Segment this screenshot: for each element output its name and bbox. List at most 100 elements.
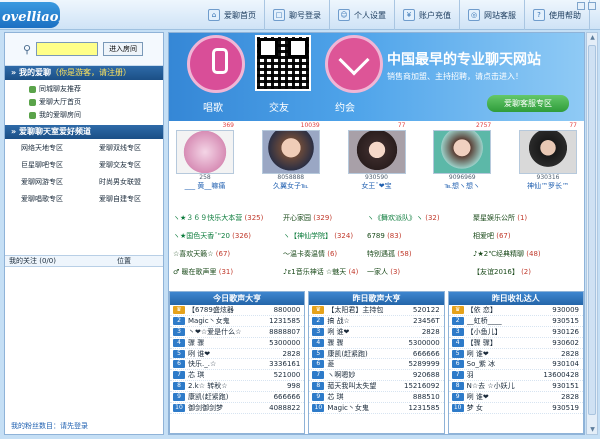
rank-row[interactable]: 4骤 骤 5300000 (309, 338, 444, 349)
rank-row[interactable]: 7 ヽ啊嗯妙 920688 (309, 370, 444, 382)
nav-login-button[interactable]: □ 聊号登录 (265, 0, 330, 30)
user-card[interactable]: 10039 8058888 久翼女子℡ (260, 122, 322, 193)
close-button[interactable] (588, 2, 596, 10)
rank-user-name: 2.k☆ 转秋☆ (188, 382, 228, 391)
rank-row[interactable]: 5咧 谁❤ 2828 (170, 349, 305, 360)
rank-row[interactable]: 8 N☆去 ☆小妖儿 930151 (448, 381, 583, 393)
rank-row[interactable]: 5 康凯(赶紧跑) 666666 (309, 349, 444, 360)
minimize-button[interactable] (577, 2, 585, 10)
scroll-thumb[interactable] (588, 45, 596, 415)
channels-header[interactable]: » 爱聊聊天室爱好频道 (5, 125, 163, 139)
rank-number: 5 (451, 349, 464, 358)
rank-row[interactable]: 8 2.k☆ 转秋☆ 998 (170, 381, 305, 393)
menu-item-local-friends[interactable]: 同城聊友推荐 (5, 83, 163, 96)
rank-row[interactable]: 6 快乐._.☆ 3336161 (170, 359, 305, 371)
channel-item[interactable]: 爱聊自建专区 (99, 193, 177, 206)
scroll-down-icon[interactable]: ▼ (589, 426, 596, 433)
room-link[interactable]: ～温卡奏温情 (6) (283, 245, 367, 263)
main-scrollbar[interactable]: ▲ ▼ (586, 32, 598, 435)
room-link[interactable]: 聚星娱乐公所 (1) (473, 209, 578, 227)
left-panel: ⚲ 进入房间 » 我的爱聊（你是游客，请注册） 同城聊友推荐 爱聊大厅首页 我的… (4, 32, 164, 435)
user-card[interactable]: 369 258 ___ 黄__嘛痛 (174, 122, 236, 193)
channel-item[interactable]: 巨星聊吧专区 (21, 159, 99, 172)
room-link[interactable]: 6789 (83) (367, 227, 473, 245)
room-link[interactable]: 一家人 (3) (367, 263, 473, 281)
rank-number: 6 (173, 360, 185, 369)
rank-row[interactable]: 10 梦 女 930519 (448, 403, 583, 414)
rank-row[interactable]: 3咧 谁❤ 2828 (309, 327, 444, 338)
rank-row[interactable]: 6 So_紫 冰 930104 (448, 359, 583, 371)
channel-item[interactable]: 爱聊网游专区 (21, 176, 99, 189)
rank-row[interactable]: 2搞 战☆ 23456T (309, 316, 444, 327)
rank-row[interactable]: 9芯 琪 888510 (309, 392, 444, 404)
room-link[interactable]: ヽ《舞欢派队》ヽ (32) (367, 209, 473, 227)
crown-icon: ♛ (312, 305, 325, 314)
nav-settings-button[interactable]: ☺ 个人设置 (330, 0, 395, 30)
rank-row[interactable]: 9咧 谁❤ 2828 (448, 392, 583, 404)
rank-number: 8 (173, 382, 185, 391)
rank-user-id: 1231585 (269, 316, 301, 325)
customer-service-button[interactable]: 爱聊客服专区 (487, 95, 569, 112)
rank-row[interactable]: 5咧 谁❤ 2828 (448, 349, 583, 360)
rank-number: 9 (173, 393, 185, 402)
room-search-input[interactable] (36, 42, 99, 56)
rank-row[interactable]: 6 菱 5289999 (309, 359, 444, 371)
room-link[interactable]: ♪★2℃经典精聊 (48) (473, 245, 578, 263)
nav-support-button[interactable]: ◎ 网站客服 (460, 0, 525, 30)
scroll-up-icon[interactable]: ▲ (589, 34, 596, 41)
rank-row[interactable]: 4 【骤 骤】 930602 (448, 338, 583, 349)
rank-row[interactable]: ♛ 【依 恋】 930009 (448, 305, 583, 316)
rank-user-name: So_紫 冰 (466, 360, 496, 369)
rank-row[interactable]: 7 羽 13600428 (448, 370, 583, 382)
fans-count[interactable]: 我的粉丝数目：请先登录 (11, 421, 88, 431)
promo-banner[interactable]: 唱歌 交友 约会 中国最早的专业聊天网站 销售商加盟、主持招聘，请点击进入！ 爱… (169, 33, 584, 121)
rank-row[interactable]: 2 __虹桥____ 930515 (448, 316, 583, 327)
rank-row[interactable]: ♛ 【6789盛炫器 880000 (170, 305, 305, 316)
room-link[interactable]: 【友谊2016】 (2) (473, 263, 578, 281)
nav-home-button[interactable]: ⌂ 爱聊首页 (200, 0, 265, 30)
channel-item[interactable]: 时尚男女联盟 (99, 176, 177, 189)
user-card[interactable]: 2757 9096969 ℡想ヽ想ヽ (431, 122, 493, 193)
menu-item-lobby-home[interactable]: 爱聊大厅首页 (5, 96, 163, 109)
channel-item[interactable]: 爱聊交友专区 (99, 159, 177, 172)
user-id: 258 (199, 174, 211, 181)
rank-user-name: 骤 骤 (188, 338, 205, 347)
room-link[interactable]: 特别遇孤 (58) (367, 245, 473, 263)
room-link[interactable]: ♂ 暖在歌声里 (31) (173, 263, 283, 281)
room-link[interactable]: ♪ε1音乐神话 ☆魅天 (4) (283, 263, 367, 281)
user-card[interactable]: 77 930590 女王ˇ❤宝 (346, 122, 408, 193)
room-link[interactable]: ヽ【神仙学院】 (324) (283, 227, 367, 245)
featured-users: 369 258 ___ 黄__嘛痛 10039 8058888 久翼女子℡ 77 9305… (174, 122, 579, 193)
card-count: 77 (397, 122, 406, 129)
room-link[interactable]: ☆喜欢天籁☆ (67) (173, 245, 283, 263)
rank-row[interactable]: ♛ 【太阳君】主持包 520122 (309, 305, 444, 316)
rank-row[interactable]: 4骤 骤 5300000 (170, 338, 305, 349)
enter-room-button[interactable]: 进入房间 (103, 42, 144, 56)
user-nickname: ℡想ヽ想ヽ (444, 182, 481, 190)
rank-user-id: 888510 (412, 393, 440, 402)
rank-user-id: 520122 (412, 305, 440, 314)
room-link[interactable]: ヽ★３６９快乐大本营 (325) (173, 209, 283, 227)
rank-row[interactable]: 7芯 琪 521000 (170, 370, 305, 382)
my-aichat-header[interactable]: » 我的爱聊（你是游客，请注册） (5, 66, 163, 80)
rank-row[interactable]: 2 Magic丶女鬼 1231585 (170, 316, 305, 327)
channel-item[interactable]: 爱聊双线专区 (99, 142, 177, 155)
rank-row[interactable]: 9 康凯(赶紧跑) 666666 (170, 392, 305, 404)
rank-row[interactable]: 10 御剑御剑梦 4088822 (170, 403, 305, 414)
rank-row[interactable]: 8 菰天我叫太失望 15216092 (309, 381, 444, 393)
menu-item-my-rooms[interactable]: 我的爱聊房间 (5, 109, 163, 122)
nav-recharge-button[interactable]: ¥ 账户充值 (395, 0, 460, 30)
channel-item[interactable]: 网络天地专区 (21, 142, 99, 155)
user-card[interactable]: 77 930316 神仙™罗长™ (517, 122, 579, 193)
top-toolbar: ovelliao爱聊 ⌂爱聊首页 □聊号登录 ☺个人设置 ¥账户充值 ◎网站客服… (0, 0, 600, 30)
channel-item[interactable]: 爱聊唱歌专区 (21, 193, 99, 206)
rank-row[interactable]: 10 Magic丶女鬼 1231585 (309, 403, 444, 414)
room-link[interactable]: 相爱吧 (67) (473, 227, 578, 245)
rank-row[interactable]: 3 丶❤☆爱是什么☆ 8888807 (170, 327, 305, 338)
rank-row[interactable]: 3 【小鱼儿】 930126 (448, 327, 583, 338)
qr-code (255, 35, 311, 91)
user-id: 9096969 (448, 174, 476, 181)
room-link[interactable]: ヽ★国色天香ˇ"20 (326) (173, 227, 283, 245)
rank-user-name: 【小鱼儿】 (466, 327, 502, 336)
room-link[interactable]: 开心家园 (329) (283, 209, 367, 227)
